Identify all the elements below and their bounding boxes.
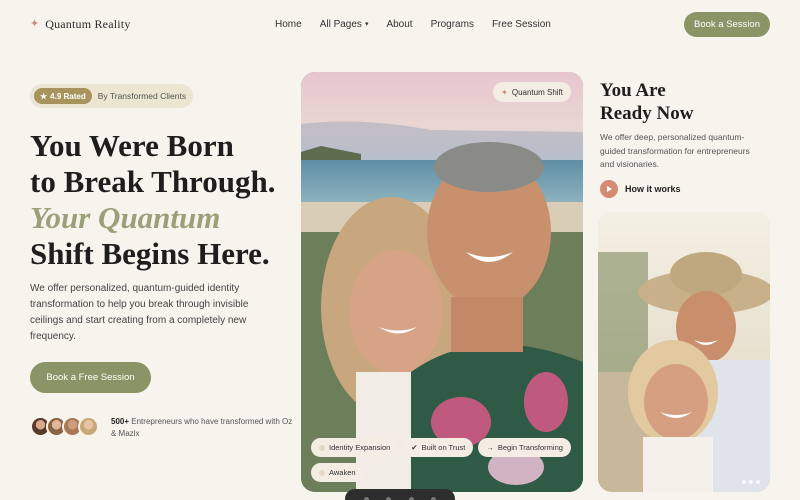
arrow-right-icon: → — [486, 443, 494, 452]
dot-icon — [749, 480, 753, 484]
book-session-button[interactable]: Book a Session — [684, 12, 770, 37]
chip-identity-expansion: Identity Expansion — [311, 438, 399, 457]
quantum-shift-tag: ✦ Quantum Shift — [493, 82, 571, 102]
how-it-works-label: How it works — [625, 184, 681, 194]
star-icon: ★ — [40, 91, 48, 101]
sparkle-icon: ✦ — [501, 87, 508, 97]
nav-all-pages[interactable]: All Pages ▾ — [320, 19, 369, 30]
nav-programs[interactable]: Programs — [431, 19, 474, 30]
social-proof: 500+ Entrepreneurs who have transformed … — [111, 416, 296, 440]
dot-icon — [408, 496, 414, 500]
dot-icon — [319, 444, 325, 451]
book-free-session-button[interactable]: Book a Free Session — [30, 362, 151, 393]
hero-title-accent: Your Quantum — [30, 200, 221, 235]
chip-label: Identity Expansion — [329, 443, 391, 452]
dot-icon — [386, 496, 392, 500]
dot-icon — [431, 496, 437, 500]
hero-title-line-1: You Were Born — [30, 128, 234, 163]
couple-sunset-photo — [598, 212, 770, 492]
side-title: You Are Ready Now — [600, 79, 693, 125]
how-it-works-link[interactable]: How it works — [600, 180, 681, 198]
proof-text: Entrepreneurs who have transformed with … — [111, 417, 293, 438]
nav-free-session[interactable]: Free Session — [492, 19, 551, 30]
nav-all-pages-label: All Pages — [319, 19, 362, 30]
hero-lead: We offer personalized, quantum-guided id… — [30, 283, 249, 342]
brand-name: Quantum Reality — [45, 17, 131, 31]
couple-beach-photo — [301, 72, 583, 492]
chip-label: Awaken — [329, 468, 356, 477]
dot-icon — [742, 480, 746, 484]
carousel-dots[interactable] — [742, 480, 760, 484]
play-icon — [600, 180, 618, 198]
rating-badge: ★ 4.9 Rated By Transformed Clients — [30, 84, 193, 108]
rating-value: 4.9 Rated — [50, 91, 86, 101]
chip-begin-transforming: → Begin Transforming — [478, 438, 571, 457]
nav-about[interactable]: About — [386, 19, 412, 30]
chip-built-on-trust: ✔ Built on Trust — [403, 438, 474, 457]
chip-label: Built on Trust — [421, 443, 466, 452]
sparkle-icon: ✦ — [30, 18, 40, 30]
brand-logo[interactable]: ✦ Quantum Reality — [30, 17, 131, 32]
main-menu: Home All Pages ▾ About Programs Free Sess… — [275, 19, 551, 30]
avatar — [78, 416, 99, 437]
side-photo-card — [598, 212, 770, 492]
chip-awaken: Awaken — [311, 463, 364, 482]
dot-icon — [319, 469, 325, 476]
bottom-toolbar[interactable] — [345, 489, 455, 500]
proof-count: 500+ — [111, 417, 130, 426]
dot-icon — [363, 496, 369, 500]
dot-icon — [756, 480, 760, 484]
navbar: ✦ Quantum Reality Home All Pages ▾ About … — [0, 0, 800, 50]
rating-pill: ★ 4.9 Rated — [34, 88, 92, 104]
hero-title: You Were Born to Break Through. Your Qua… — [30, 128, 276, 272]
chip-label: Begin Transforming — [497, 443, 563, 452]
rating-label: By Transformed Clients — [97, 91, 187, 101]
nav-home[interactable]: Home — [275, 19, 302, 30]
hero-photo-card: ✦ Quantum Shift Identity Expansion ✔ Buil… — [301, 72, 583, 492]
side-description: We offer deep, personalized quantum-guid… — [600, 132, 750, 169]
avatar-group — [30, 416, 99, 437]
hero-title-line-4: Shift Begins Here. — [30, 236, 270, 271]
check-icon: ✔ — [411, 443, 418, 452]
side-title-line-1: You Are — [600, 80, 666, 101]
side-title-line-2: Ready Now — [600, 103, 694, 124]
chevron-down-icon: ▾ — [364, 21, 369, 28]
feature-chips: Identity Expansion ✔ Built on Trust → Begi… — [311, 438, 581, 482]
hero-title-line-2: to Break Through. — [30, 164, 276, 199]
quantum-shift-label: Quantum Shift — [511, 87, 563, 97]
